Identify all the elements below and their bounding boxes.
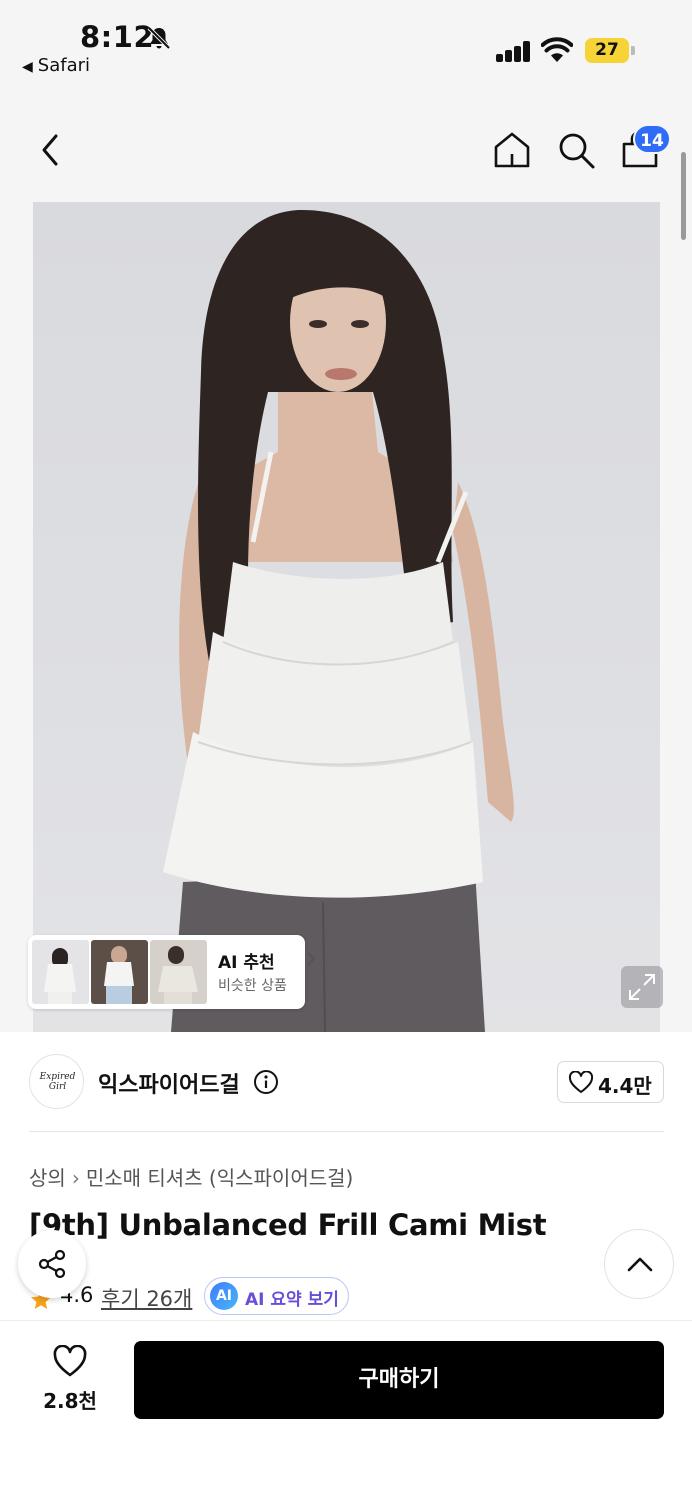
brand-logo[interactable]: Expired Girl — [29, 1054, 84, 1109]
expand-icon — [629, 974, 655, 1000]
chevron-up-icon — [627, 1257, 653, 1272]
wishlist-heart-icon[interactable] — [52, 1345, 88, 1379]
ai-summary-button[interactable]: AI AI 요약 보기 — [204, 1277, 349, 1315]
wishlist-count: 2.8천 — [43, 1389, 97, 1413]
ai-badge-icon: AI — [210, 1282, 238, 1310]
scroll-to-top-button[interactable] — [604, 1229, 674, 1299]
back-app-label: Safari — [37, 55, 91, 76]
breadcrumb-subcategory[interactable]: 민소매 티셔츠 (익스파이어드걸) — [86, 1166, 354, 1190]
brand-like-button[interactable]: 4.4만 — [557, 1061, 664, 1103]
status-time: 8:12 — [80, 20, 155, 54]
product-title: [9th] Unbalanced Frill Cami Mist — [29, 1208, 547, 1242]
chevron-right-icon — [307, 952, 316, 966]
ai-recommend-card[interactable]: AI 추천 비슷한 상품 — [28, 935, 316, 1009]
ai-recommend-title: AI 추천 — [218, 953, 275, 973]
battery-level: 27 — [595, 40, 619, 60]
back-to-app-link[interactable]: ◀ Safari — [22, 55, 90, 76]
back-triangle-icon: ◀ — [22, 59, 33, 75]
ai-recommend-subtitle: 비슷한 상품 — [218, 978, 287, 994]
buy-button[interactable]: 구매하기 — [134, 1341, 664, 1419]
info-icon[interactable] — [253, 1069, 279, 1095]
home-icon[interactable] — [492, 130, 532, 170]
cart-count-badge: 14 — [633, 124, 671, 154]
recommend-thumbnail[interactable] — [32, 940, 89, 1004]
brand-name[interactable]: 익스파이어드걸 — [98, 1067, 240, 1099]
page-scrollbar[interactable] — [681, 152, 686, 240]
status-bar: 8:12 ◀ Safari 27 — [0, 0, 692, 90]
breadcrumb: 상의 › 민소매 티셔츠 (익스파이어드걸) — [29, 1162, 353, 1191]
battery-indicator: 27 — [585, 38, 629, 63]
search-icon[interactable] — [556, 130, 596, 170]
heart-icon — [568, 1071, 594, 1093]
battery-cap — [631, 46, 635, 55]
reviews-link[interactable]: 후기 26개 — [101, 1283, 192, 1313]
recommend-thumbnail[interactable] — [91, 940, 148, 1004]
wifi-icon — [541, 37, 573, 62]
back-button[interactable] — [32, 130, 68, 170]
model-photo-illustration — [163, 209, 514, 1032]
ai-summary-label: AI 요약 보기 — [245, 1290, 339, 1310]
product-main-image[interactable] — [33, 202, 660, 1032]
recommend-thumbnail[interactable] — [150, 940, 207, 1004]
bell-slash-icon — [147, 26, 171, 50]
share-icon — [38, 1249, 66, 1279]
brand-logo-text: Expired Girl — [39, 1072, 76, 1092]
expand-image-button[interactable] — [621, 966, 663, 1008]
breadcrumb-category[interactable]: 상의 — [29, 1166, 66, 1190]
section-divider — [29, 1131, 664, 1132]
cellular-signal-icon — [496, 40, 532, 62]
breadcrumb-separator-icon: › — [71, 1166, 80, 1190]
brand-like-count: 4.4만 — [598, 1074, 652, 1098]
share-button[interactable] — [18, 1230, 86, 1298]
